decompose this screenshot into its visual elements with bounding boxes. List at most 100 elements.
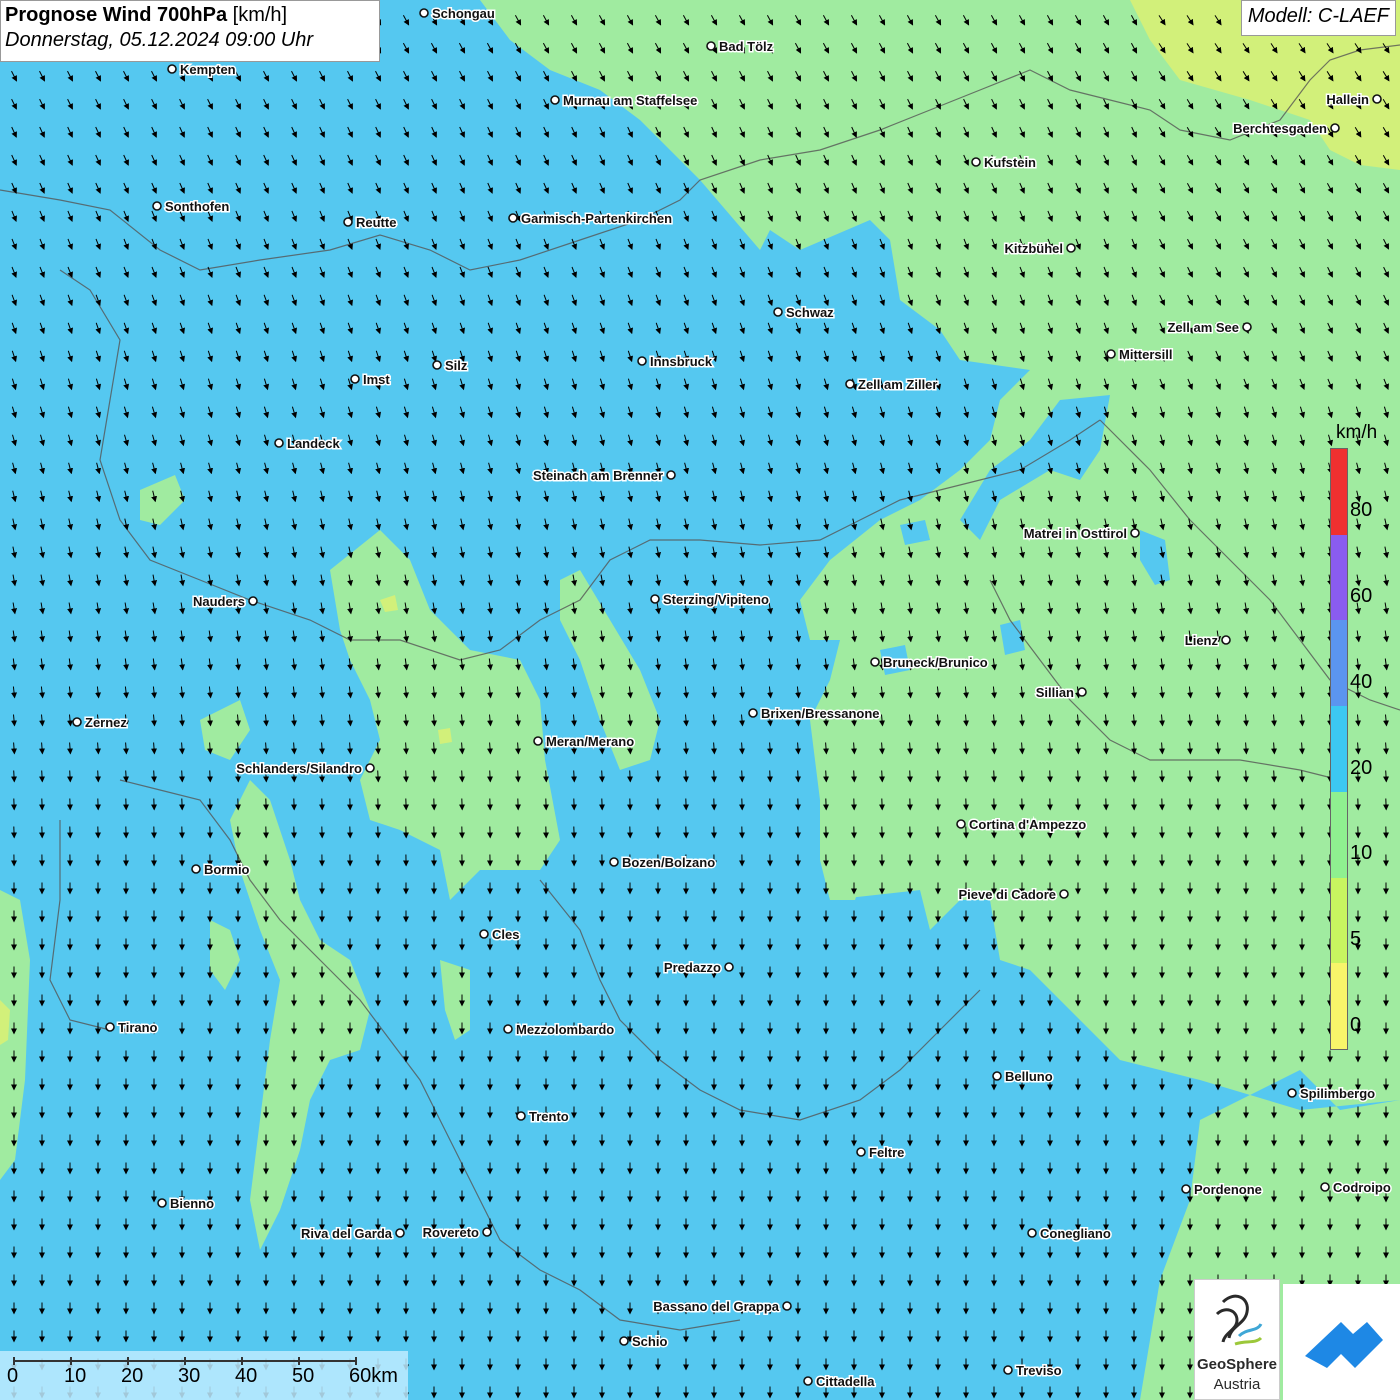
city-marker[interactable]: Spilimbergo <box>1287 1085 1377 1103</box>
forecast-datetime: Donnerstag, 05.12.2024 09:00 Uhr <box>5 29 313 51</box>
city-marker[interactable]: Sterzing/Vipiteno <box>650 591 770 609</box>
wind-arrow <box>207 770 214 783</box>
wind-arrow <box>963 770 970 783</box>
map-title-unit: [km/h] <box>232 4 288 26</box>
city-marker[interactable]: Matrei in Osttirol <box>1022 525 1140 543</box>
city-label: Belluno <box>1005 1069 1053 1084</box>
wind-arrow <box>487 770 494 783</box>
city-label: Cortina d'Ampezzo <box>969 817 1086 832</box>
city-label: Innsbruck <box>650 354 713 369</box>
scale-tick-label: 20 <box>121 1365 144 1387</box>
city-marker[interactable]: Meran/Merano <box>533 733 636 751</box>
city-label: Zernez <box>85 715 127 730</box>
city-label: Zell am Ziller <box>858 377 937 392</box>
city-marker[interactable]: Mezzolombardo <box>503 1021 616 1039</box>
city-marker[interactable]: Brixen/Bressanone <box>748 705 881 723</box>
city-label: Rovereto <box>423 1225 479 1240</box>
city-marker[interactable]: Cortina d'Ampezzo <box>956 816 1088 834</box>
wind-arrow <box>151 770 158 783</box>
city-dot-icon <box>395 1228 405 1238</box>
wind-arrow <box>1187 770 1194 783</box>
legend-label: 0 <box>1350 1013 1362 1036</box>
city-marker[interactable]: Innsbruck <box>637 353 714 371</box>
city-marker[interactable]: Schongau <box>419 5 496 23</box>
wind-arrow <box>11 770 18 783</box>
city-marker[interactable]: Steinach am Brenner <box>531 467 676 485</box>
city-dot-icon <box>1003 1365 1013 1375</box>
city-label: Silz <box>445 358 468 373</box>
legend-segment <box>1331 449 1347 535</box>
city-marker[interactable]: Sonthofen <box>152 198 231 216</box>
geosphere-logo[interactable]: GeoSphere Austria <box>1194 1279 1280 1400</box>
city-label: Trento <box>529 1109 569 1124</box>
city-dot-icon <box>157 1198 167 1208</box>
city-marker[interactable]: Pordenone <box>1181 1181 1263 1199</box>
city-marker[interactable]: Riva del Garda <box>299 1225 405 1243</box>
city-label: Lienz <box>1185 633 1219 648</box>
city-label: Predazzo <box>664 960 721 975</box>
city-dot-icon <box>343 217 353 227</box>
city-marker[interactable]: Bozen/Bolzano <box>609 854 717 872</box>
city-label: Landeck <box>287 436 341 451</box>
model-label: Modell: C-LAEF <box>1240 0 1396 36</box>
city-marker[interactable]: Schlanders/Silandro <box>235 760 375 778</box>
city-dot-icon <box>503 1024 513 1034</box>
city-marker[interactable]: Berchtesgaden <box>1232 120 1340 138</box>
city-dot-icon <box>479 929 489 939</box>
wind-arrow <box>1243 770 1250 783</box>
city-label: Matrei in Osttirol <box>1024 526 1127 541</box>
city-label: Berchtesgaden <box>1233 121 1327 136</box>
city-label: Cittadella <box>816 1374 875 1389</box>
city-dot-icon <box>274 438 284 448</box>
city-dot-icon <box>971 157 981 167</box>
city-marker[interactable]: Murnau am Staffelsee <box>550 92 699 110</box>
city-marker[interactable]: Conegliano <box>1027 1225 1112 1243</box>
city-label: Kempten <box>180 62 236 77</box>
city-dot-icon <box>650 594 660 604</box>
city-marker[interactable]: Pieve di Cadore <box>957 886 1069 904</box>
wind-arrow <box>1299 770 1306 783</box>
city-dot-icon <box>773 307 783 317</box>
city-dot-icon <box>1077 687 1087 697</box>
wind-arrow <box>1131 770 1138 783</box>
city-label: Hallein <box>1326 92 1369 107</box>
city-dot-icon <box>167 64 177 74</box>
scale-tick-label: 40 <box>235 1365 258 1387</box>
wind-arrow <box>599 770 606 783</box>
wind-map[interactable]: Schongau Bad Tölz Kempten Murnau am Staffel… <box>0 0 1400 1400</box>
wind-arrow <box>515 770 522 783</box>
color-legend: km/h 80 60 40 20 10 5 0 <box>1328 420 1398 1052</box>
city-marker[interactable]: Bassano del Grappa <box>652 1298 792 1316</box>
wind-arrow <box>1019 770 1026 783</box>
geosphere-logo-text: GeoSphere <box>1196 1356 1278 1373</box>
city-label: Schongau <box>432 6 495 21</box>
wind-arrow <box>823 770 830 783</box>
city-dot-icon <box>870 657 880 667</box>
city-label: Garmisch-Partenkirchen <box>521 211 672 226</box>
wind-arrow <box>991 770 998 783</box>
city-dot-icon <box>1330 123 1340 133</box>
city-label: Bozen/Bolzano <box>622 855 715 870</box>
city-dot-icon <box>619 1336 629 1346</box>
geosphere-mark-icon <box>1215 1294 1263 1346</box>
legend-segment <box>1331 963 1347 1049</box>
city-marker[interactable]: Zell am Ziller <box>845 376 939 394</box>
city-dot-icon <box>1287 1088 1297 1098</box>
scale-tick-label: 0 <box>7 1365 19 1387</box>
legend-label: 60 <box>1350 585 1373 608</box>
title-box: Prognose Wind 700hPa [km/h] Donnerstag, … <box>0 0 380 62</box>
app-logo[interactable] <box>1283 1284 1400 1400</box>
city-label: Spilimbergo <box>1300 1086 1375 1101</box>
city-marker[interactable]: Bruneck/Brunico <box>870 654 989 672</box>
city-label: Meran/Merano <box>546 734 634 749</box>
wind-arrow <box>1075 770 1082 783</box>
city-dot-icon <box>152 201 162 211</box>
wind-arrow <box>879 770 886 783</box>
city-label: Conegliano <box>1040 1226 1111 1241</box>
city-label: Pieve di Cadore <box>958 887 1056 902</box>
city-dot-icon <box>1372 94 1382 104</box>
city-label: Cles <box>492 927 519 942</box>
city-marker[interactable]: Zell am See <box>1166 319 1252 337</box>
city-marker[interactable]: Garmisch-Partenkirchen <box>508 210 674 228</box>
city-dot-icon <box>706 41 716 51</box>
